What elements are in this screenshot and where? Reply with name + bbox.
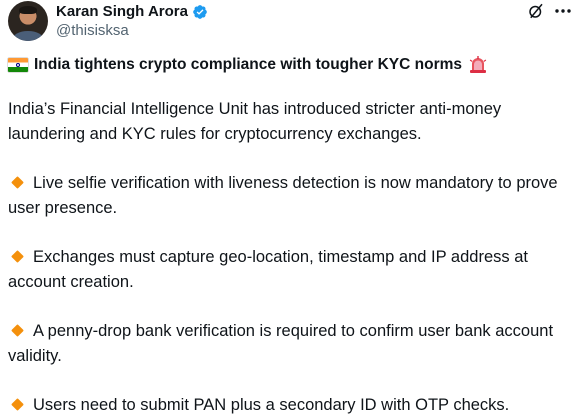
post-title-line: India tightens crypto compliance with to…: [8, 52, 574, 77]
more-options-button[interactable]: [552, 1, 574, 21]
avatar[interactable]: [8, 1, 48, 41]
bullet-item-4: Users need to submit PAN plus a secondar…: [8, 393, 574, 418]
grok-icon: [529, 3, 543, 19]
more-options-icon: [555, 9, 571, 13]
bullet-item-1: Live selfie verification with liveness d…: [8, 171, 574, 221]
bullet-item-3: A penny-drop bank verification is requir…: [8, 319, 574, 369]
author-handle[interactable]: @thisisksa: [56, 22, 129, 39]
bullet-text-1: Live selfie verification with liveness d…: [8, 174, 558, 217]
avatar-shirt: [12, 31, 44, 41]
author-name-row[interactable]: Karan Singh Arora: [56, 3, 208, 20]
orange-diamond-icon: [11, 324, 24, 338]
bullet-text-4: Users need to submit PAN plus a secondar…: [33, 396, 510, 414]
orange-diamond-icon: [11, 398, 24, 412]
orange-diamond-icon: [11, 250, 24, 264]
bullet-text-2: Exchanges must capture geo-location, tim…: [8, 248, 528, 291]
india-flag-icon: [8, 57, 28, 72]
police-light-icon: [469, 55, 487, 73]
orange-diamond-icon: [11, 176, 24, 190]
grok-button[interactable]: [526, 1, 546, 21]
avatar-hair: [19, 6, 37, 14]
post-intro: India’s Financial Intelligence Unit has …: [8, 100, 502, 143]
verified-badge-icon: [193, 4, 207, 19]
post-body: India tightens crypto compliance with to…: [8, 52, 574, 418]
bullet-item-2: Exchanges must capture geo-location, tim…: [8, 245, 574, 295]
post-title: India tightens crypto compliance with to…: [34, 56, 463, 73]
author-display-name[interactable]: Karan Singh Arora: [56, 3, 188, 20]
bullet-text-3: A penny-drop bank verification is requir…: [8, 322, 554, 365]
